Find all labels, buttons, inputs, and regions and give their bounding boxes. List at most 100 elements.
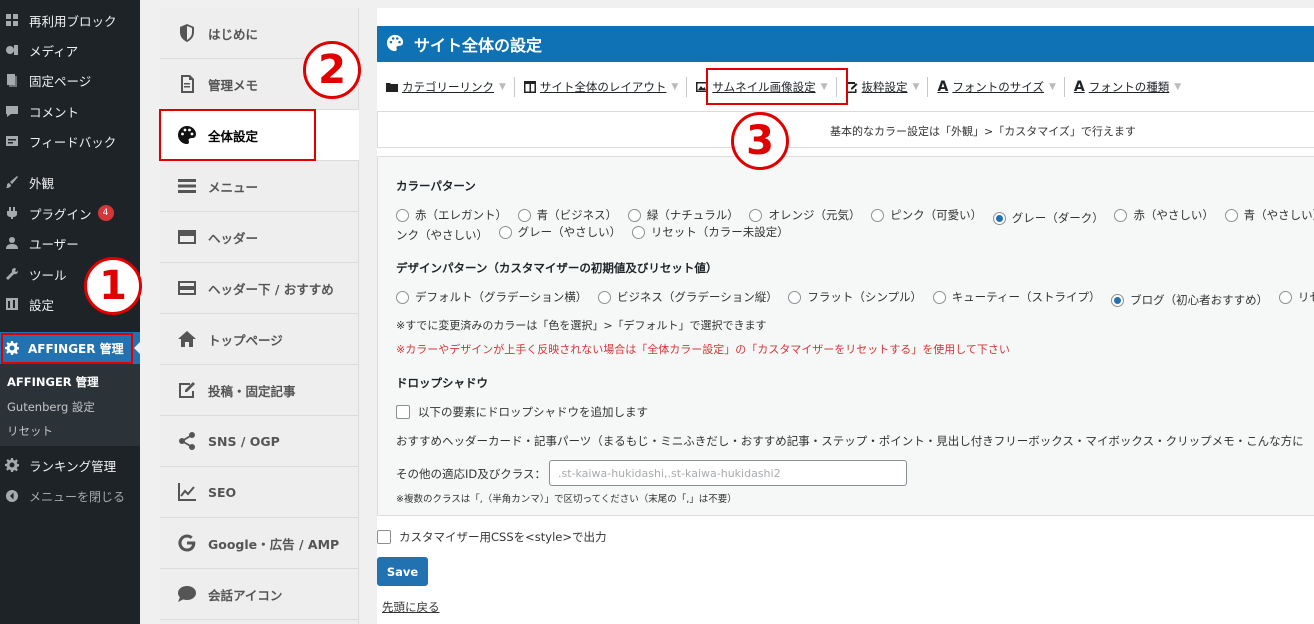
wrench-icon bbox=[5, 267, 19, 281]
radio-button[interactable] bbox=[517, 208, 531, 222]
annotation-box-1 bbox=[1, 333, 133, 364]
color-option[interactable]: ピンク（可愛い） bbox=[871, 207, 982, 223]
custom-class-note: ※複数のクラスは「,（半角カンマ）」で区切ってください（末尾の「,」は不要） bbox=[396, 494, 737, 505]
radio-button[interactable] bbox=[932, 290, 946, 304]
radio-button[interactable] bbox=[627, 208, 641, 222]
drop-shadow-checkbox-row[interactable]: 以下の要素にドロップシャドウを追加します bbox=[396, 404, 648, 420]
back-to-top-link[interactable]: 先頭に戻る bbox=[382, 599, 440, 615]
customizer-css-checkbox[interactable] bbox=[377, 530, 391, 544]
aff-menu-label: 会話アイコン bbox=[208, 587, 283, 603]
annotation-box-2 bbox=[159, 109, 316, 161]
tab-label: フォントの種類 bbox=[1088, 80, 1170, 94]
aff-menu-chat-icons[interactable]: 会話アイコン bbox=[160, 569, 359, 620]
sidebar-item-label: メディア bbox=[29, 43, 79, 59]
settings-icon bbox=[5, 297, 19, 311]
chevron-down-icon: ▼ bbox=[499, 82, 506, 92]
sidebar-item-label: フィードバック bbox=[29, 134, 117, 150]
radio-button[interactable] bbox=[749, 208, 763, 222]
aff-menu-menu[interactable]: メニュー bbox=[160, 161, 359, 212]
radio-button[interactable] bbox=[597, 290, 611, 304]
memo-icon bbox=[176, 73, 198, 95]
design-option[interactable]: フラット（シンプル） bbox=[788, 289, 922, 305]
tab-site-layout[interactable]: サイト全体のレイアウト ▼ bbox=[515, 77, 688, 97]
sidebar-item-plugins[interactable]: プラグイン 4 bbox=[0, 199, 140, 227]
chart-line-icon bbox=[176, 481, 198, 503]
sidebar-item-pages[interactable]: 固定ページ bbox=[0, 66, 140, 94]
color-option[interactable]: 赤（やさしい） bbox=[1114, 207, 1214, 223]
design-option[interactable]: リセ bbox=[1278, 289, 1314, 305]
color-option[interactable]: 青（やさしい） bbox=[1224, 207, 1314, 223]
color-option[interactable]: 青（ビジネス） bbox=[517, 207, 617, 223]
info-text: 基本的なカラー設定は「外観」>「カスタマイズ」で行えます bbox=[830, 125, 1136, 138]
tab-font-size[interactable]: A フォントのサイズ ▼ bbox=[928, 77, 1065, 97]
sidebar-item-ranking[interactable]: ランキング管理 bbox=[0, 451, 140, 479]
paintbrush-icon bbox=[5, 175, 19, 189]
radio-button[interactable] bbox=[1278, 290, 1292, 304]
shield-icon bbox=[176, 22, 198, 44]
aff-menu-label: SEO bbox=[208, 484, 237, 500]
pages-icon bbox=[5, 73, 19, 87]
radio-button-selected[interactable] bbox=[1111, 293, 1125, 307]
submenu-reset[interactable]: リセット bbox=[7, 423, 53, 439]
drop-shadow-checkbox[interactable] bbox=[396, 405, 410, 419]
aff-menu-label: ヘッダー下 / おすすめ bbox=[208, 281, 334, 297]
radio-button[interactable] bbox=[631, 225, 645, 239]
submenu-affinger-settings[interactable]: AFFINGER 管理 bbox=[7, 374, 99, 390]
design-option[interactable]: デフォルト（グラデーション横） bbox=[396, 289, 587, 305]
radio-button[interactable] bbox=[871, 208, 885, 222]
color-pattern-title: カラーパターン bbox=[396, 179, 476, 193]
aff-menu-sns[interactable]: SNS / OGP bbox=[160, 416, 359, 467]
design-option[interactable]: キューティー（ストライプ） bbox=[932, 289, 1101, 305]
option-label: グレー（やさしい） bbox=[517, 225, 622, 239]
aff-menu-header-below[interactable]: ヘッダー下 / おすすめ bbox=[160, 263, 359, 314]
aff-menu-label: トップページ bbox=[208, 332, 283, 348]
sidebar-item-reusable-blocks[interactable]: 再利用ブロック bbox=[0, 6, 140, 34]
annotation-number-2: 2 bbox=[303, 41, 361, 99]
design-warning: ※カラーやデザインが上手く反映されない場合は「全体カラー設定」の「カスタマイザー… bbox=[396, 343, 1010, 356]
radio-button[interactable] bbox=[1224, 208, 1238, 222]
option-label: 緑（ナチュラル） bbox=[646, 208, 739, 222]
radio-button[interactable] bbox=[788, 290, 802, 304]
tab-label: サイト全体のレイアウト bbox=[539, 80, 667, 94]
color-option[interactable]: リセット（カラー未設定） bbox=[631, 224, 789, 240]
design-option[interactable]: ブログ（初心者おすすめ） bbox=[1111, 292, 1268, 308]
color-option[interactable]: 緑（ナチュラル） bbox=[627, 207, 739, 223]
color-option[interactable]: オレンジ（元気） bbox=[749, 207, 860, 223]
color-option[interactable]: 赤（エレガント） bbox=[396, 207, 507, 223]
aff-menu-seo[interactable]: SEO bbox=[160, 467, 359, 518]
aff-menu-google[interactable]: Google・広告 / AMP bbox=[160, 518, 359, 569]
home-icon bbox=[176, 328, 198, 350]
radio-button[interactable] bbox=[396, 290, 409, 304]
color-option[interactable]: グレー（やさしい） bbox=[498, 224, 622, 240]
option-label: フラット（シンプル） bbox=[807, 290, 923, 304]
option-label: オレンジ（元気） bbox=[768, 208, 861, 222]
sidebar-item-users[interactable]: ユーザー bbox=[0, 229, 140, 257]
aff-menu-header[interactable]: ヘッダー bbox=[160, 212, 359, 263]
custom-class-input[interactable]: .st-kaiwa-hukidashi,.st-kaiwa-hukidashi2 bbox=[549, 460, 907, 486]
sidebar-item-comments[interactable]: コメント bbox=[0, 97, 140, 125]
radio-button[interactable] bbox=[498, 225, 512, 239]
aff-menu-posts[interactable]: 投稿・固定記事 bbox=[160, 365, 359, 416]
panel-title: サイト全体の設定 bbox=[414, 36, 543, 55]
color-option[interactable]: グレー（ダーク） bbox=[992, 210, 1104, 226]
aff-menu-label: SNS / OGP bbox=[208, 433, 280, 449]
sidebar-item-appearance[interactable]: 外観 bbox=[0, 168, 140, 196]
submenu-gutenberg-settings[interactable]: Gutenberg 設定 bbox=[7, 399, 95, 415]
option-label: ビジネス（グラデーション縦） bbox=[616, 290, 778, 304]
radio-button-selected[interactable] bbox=[992, 211, 1006, 225]
tab-font-type[interactable]: A フォントの種類 ▼ bbox=[1065, 77, 1189, 97]
aff-menu-top-page[interactable]: トップページ bbox=[160, 314, 359, 365]
aff-menu-label: Google・広告 / AMP bbox=[208, 536, 340, 552]
sidebar-item-media[interactable]: メディア bbox=[0, 36, 140, 64]
tab-excerpt-settings[interactable]: 抜粋設定 ▼ bbox=[837, 77, 929, 97]
tab-category-link[interactable]: カテゴリーリンク ▼ bbox=[377, 77, 515, 97]
radio-button[interactable] bbox=[1114, 208, 1128, 222]
customizer-css-checkbox-row[interactable]: カスタマイザー用CSSを<style>で出力 bbox=[377, 529, 606, 545]
design-option[interactable]: ビジネス（グラデーション縦） bbox=[597, 289, 778, 305]
save-button[interactable]: Save bbox=[377, 557, 428, 586]
aff-menu-label: 管理メモ bbox=[208, 77, 259, 93]
chevron-down-icon: ▼ bbox=[912, 82, 920, 92]
collapse-menu-button[interactable]: メニューを閉じる bbox=[0, 482, 140, 510]
sidebar-item-feedback[interactable]: フィードバック bbox=[0, 127, 140, 155]
radio-button[interactable] bbox=[396, 208, 409, 222]
